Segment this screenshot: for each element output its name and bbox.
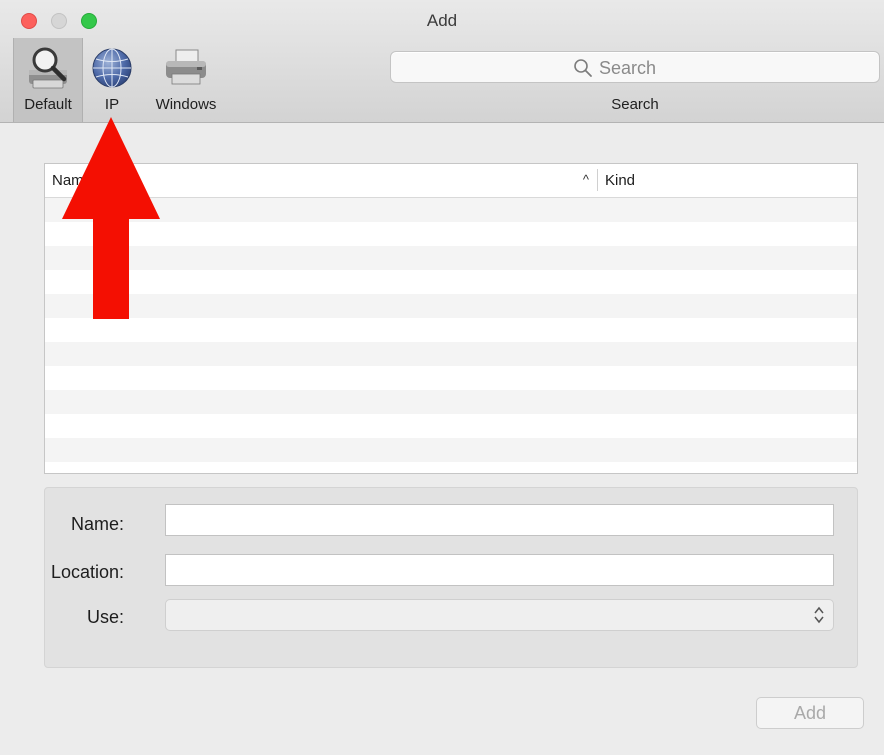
location-field[interactable] <box>165 554 834 586</box>
location-label: Location: <box>50 562 124 582</box>
table-header: Name ^ Kind <box>45 164 857 198</box>
table-body <box>45 198 857 473</box>
red-arrow-annotation <box>62 117 160 319</box>
toolbar-item-windows-label: Windows <box>155 96 217 113</box>
add-printer-window: Add Default IP Windows Search Search Nam… <box>0 0 884 755</box>
toolbar-item-windows[interactable]: Windows <box>142 38 230 122</box>
printer-details-panel: Name: Location: Use: <box>44 487 858 668</box>
column-divider <box>597 169 598 191</box>
add-button[interactable]: Add <box>756 697 864 729</box>
table-row <box>45 198 857 222</box>
name-label: Name: <box>70 514 124 534</box>
column-header-kind[interactable]: Kind <box>605 172 635 189</box>
table-row <box>45 294 857 318</box>
table-row <box>45 342 857 366</box>
name-field[interactable] <box>165 504 834 536</box>
globe-network-icon <box>92 48 132 88</box>
toolbar-item-default-label: Default <box>24 96 72 113</box>
search-input[interactable] <box>597 56 861 80</box>
table-row <box>45 390 857 414</box>
use-label: Use: <box>86 607 124 627</box>
toolbar-item-ip-label: IP <box>104 96 120 113</box>
table-row <box>45 246 857 270</box>
table-row <box>45 414 857 438</box>
toolbar: Add Default IP Windows Search Search <box>0 0 884 123</box>
search-field[interactable] <box>390 51 880 83</box>
printer-list-table[interactable]: Name ^ Kind <box>44 163 858 474</box>
window-title: Add <box>426 11 458 30</box>
search-caption: Search <box>611 96 659 113</box>
toolbar-item-ip[interactable]: IP <box>86 38 138 122</box>
use-select[interactable] <box>165 599 834 631</box>
table-row <box>45 462 857 473</box>
default-printer-magnifier-icon <box>29 47 67 89</box>
search-icon <box>574 59 592 77</box>
chevron-up-down-icon <box>814 606 824 624</box>
table-row <box>45 438 857 462</box>
sort-ascending-icon: ^ <box>582 172 589 187</box>
table-row <box>45 318 857 342</box>
table-row <box>45 270 857 294</box>
table-row <box>45 222 857 246</box>
table-row <box>45 366 857 390</box>
windows-printer-icon <box>166 49 206 85</box>
toolbar-item-default[interactable]: Default <box>13 38 83 122</box>
